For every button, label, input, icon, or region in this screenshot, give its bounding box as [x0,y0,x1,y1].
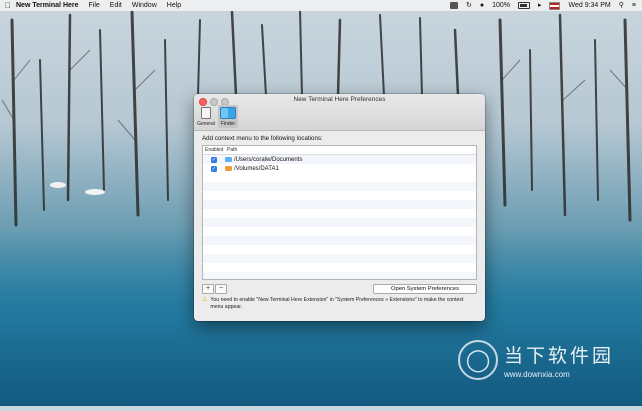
menu-help[interactable]: Help [167,0,181,11]
enabled-checkbox[interactable]: ✓ [211,165,217,172]
apple-menu-icon[interactable]:  [0,0,16,11]
finder-icon [220,107,236,119]
path-cell: /Volumes/DATA1 [234,165,279,172]
watermark-url: www.downxia.com [504,370,570,379]
watermark: ◯ 当下软件园 www.downxia.com [458,340,614,380]
table-controls: + − Open System Preferences [202,284,477,294]
table-header: Enabled Path [203,146,476,155]
watermark-brand: 当下软件园 [504,346,615,367]
watermark-logo-icon: ◯ [458,340,498,380]
toolbar-tabs: General Finder [196,105,238,128]
open-system-preferences-button[interactable]: Open System Preferences [373,284,477,294]
table-row[interactable]: ✓ /Users/coralw/Documents [203,155,476,164]
tab-general[interactable]: General [196,105,216,128]
menu-window[interactable]: Window [132,0,157,11]
drive-orange-icon [225,166,232,171]
section-heading: Add context menu to the following locati… [202,135,323,142]
tab-general-label: General [197,121,215,127]
locations-table[interactable]: Enabled Path ✓ /Users/coralw/Documents ✓… [202,145,477,280]
battery-icon[interactable] [517,2,530,9]
column-enabled[interactable]: Enabled [203,147,227,153]
notice-text: You need to enable "New Terminal Here Ex… [210,297,464,310]
column-path[interactable]: Path [227,147,237,153]
finder-pane: Add context menu to the following locati… [194,131,485,310]
wifi-icon[interactable]: ● [480,0,484,11]
folder-blue-icon [225,157,232,162]
menu-edit[interactable]: Edit [110,0,122,11]
extension-notice: ⚠ You need to enable "New Terminal Here … [202,297,477,310]
volume-icon[interactable]: ▸ [538,0,542,11]
battery-percent[interactable]: 100% [492,0,510,11]
window-titlebar[interactable]: New Terminal Here Preferences General Fi… [194,94,485,131]
remove-button[interactable]: − [215,284,227,294]
tab-finder-label: Finder [220,121,236,127]
window-title: New Terminal Here Preferences [293,96,386,103]
menu-file[interactable]: File [89,0,100,11]
menu-clock[interactable]: Wed 9:34 PM [568,0,610,11]
empty-rows [203,173,476,279]
menu-bar:  New Terminal Here File Edit Window Hel… [0,0,642,11]
enabled-checkbox[interactable]: ✓ [211,156,217,163]
time-machine-icon[interactable]: ↻ [466,0,472,11]
general-icon [201,107,211,119]
status-app-icon[interactable] [449,2,458,9]
table-row[interactable]: ✓ /Volumes/DATA1 [203,164,476,173]
status-area: ↻ ● 100% ▸ Wed 9:34 PM ⚲ ≡ [449,0,642,11]
add-button[interactable]: + [202,284,214,294]
menu-app-name[interactable]: New Terminal Here [16,0,79,11]
us-flag-icon[interactable] [549,1,561,10]
warning-icon: ⚠ [202,297,208,303]
search-icon[interactable]: ⚲ [619,0,624,11]
path-cell: /Users/coralw/Documents [234,156,303,163]
list-icon[interactable]: ≡ [632,0,636,11]
preferences-window: New Terminal Here Preferences General Fi… [194,94,485,321]
tab-finder[interactable]: Finder [218,105,238,128]
